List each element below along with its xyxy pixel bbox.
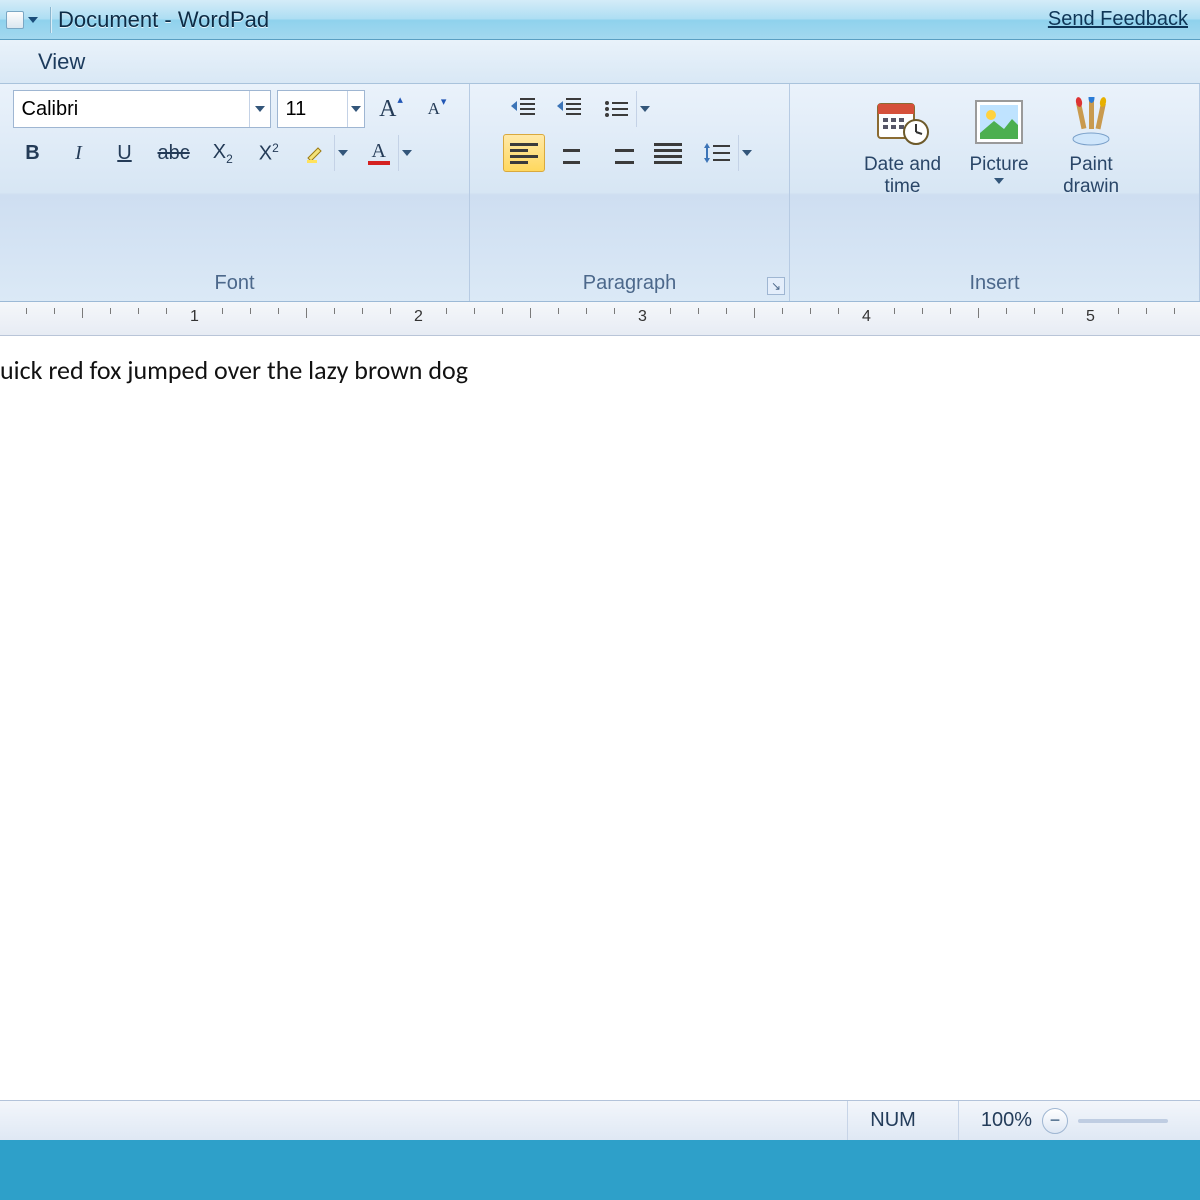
decrease-indent-button[interactable] — [503, 90, 543, 128]
line-spacing-icon — [696, 135, 738, 171]
bullets-button[interactable] — [595, 90, 655, 128]
grow-font-button[interactable]: A ▴ — [371, 90, 411, 128]
subscript-button[interactable]: X2 — [203, 134, 243, 172]
paint-drawing-label: Paint drawin — [1063, 154, 1119, 198]
italic-icon: I — [75, 142, 82, 165]
justify-button[interactable] — [647, 134, 689, 172]
chevron-down-icon — [255, 106, 265, 112]
zoom-level: 100% — [981, 1109, 1032, 1132]
superscript-icon: X2 — [259, 141, 279, 166]
ruler[interactable]: 12345 — [0, 302, 1200, 336]
align-left-button[interactable] — [503, 134, 545, 172]
font-size-combo[interactable] — [277, 90, 365, 128]
underline-icon: U — [117, 142, 131, 165]
font-family-combo[interactable] — [13, 90, 271, 128]
title-bar: Document - WordPad Send Feedback — [0, 0, 1200, 40]
picture-icon — [971, 94, 1027, 150]
document-text[interactable]: uick red fox jumped over the lazy brown … — [0, 354, 1200, 386]
highlight-button[interactable] — [295, 134, 353, 172]
calendar-clock-icon — [875, 94, 931, 150]
justify-icon — [654, 143, 682, 164]
font-size-input[interactable] — [278, 98, 347, 121]
indent-icon — [557, 96, 581, 122]
group-font: A ▴ A ▾ B I U abc X2 X2 — [0, 84, 470, 301]
paint-brushes-icon — [1063, 94, 1119, 150]
group-label: Insert — [800, 268, 1189, 301]
align-center-button[interactable] — [551, 134, 593, 172]
window-title: Document - WordPad — [58, 7, 269, 33]
numlock-indicator: NUM — [847, 1101, 938, 1140]
shrink-font-button[interactable]: A ▾ — [417, 90, 457, 128]
font-color-dropdown[interactable] — [398, 135, 416, 171]
line-spacing-dropdown[interactable] — [738, 135, 756, 171]
window-border — [0, 1140, 1200, 1200]
underline-button[interactable]: U — [105, 134, 145, 172]
align-center-icon — [558, 143, 586, 164]
separator — [50, 7, 52, 33]
group-paragraph: Paragraph ↘ — [470, 84, 790, 301]
bullets-icon — [596, 91, 636, 127]
font-color-icon: A — [360, 135, 398, 171]
paragraph-dialog-launcher[interactable]: ↘ — [767, 277, 785, 295]
picture-button[interactable]: Picture — [955, 90, 1043, 184]
paint-drawing-button[interactable]: Paint drawin — [1047, 90, 1135, 198]
grow-font-icon: A — [379, 96, 396, 123]
font-family-input[interactable] — [14, 98, 250, 121]
send-feedback-link[interactable]: Send Feedback — [1048, 8, 1194, 31]
highlight-dropdown[interactable] — [334, 135, 352, 171]
chevron-down-icon — [640, 106, 650, 112]
highlight-icon — [296, 135, 334, 171]
strike-icon: abc — [158, 142, 190, 165]
chevron-down-icon — [742, 150, 752, 156]
chevron-down-icon — [351, 106, 361, 112]
chevron-down-icon — [28, 17, 38, 23]
status-bar: NUM 100% − — [0, 1100, 1200, 1140]
align-left-icon — [510, 143, 538, 164]
group-label: Font — [10, 268, 459, 301]
align-right-icon — [606, 143, 634, 164]
group-label: Paragraph — [480, 268, 779, 301]
document-area[interactable]: uick red fox jumped over the lazy brown … — [0, 336, 1200, 1126]
bold-button[interactable]: B — [13, 134, 53, 172]
font-family-dropdown[interactable] — [249, 91, 269, 127]
group-insert: Date and time Picture — [790, 84, 1200, 301]
tab-strip: View — [0, 40, 1200, 84]
chevron-down-icon — [338, 150, 348, 156]
chevron-down-icon — [402, 150, 412, 156]
bold-icon: B — [25, 142, 39, 165]
font-color-button[interactable]: A — [359, 134, 417, 172]
align-right-button[interactable] — [599, 134, 641, 172]
date-time-label: Date and time — [864, 154, 941, 198]
superscript-button[interactable]: X2 — [249, 134, 289, 172]
quick-access-menu[interactable] — [28, 17, 38, 23]
subscript-icon: X2 — [213, 141, 233, 166]
font-size-dropdown[interactable] — [347, 91, 364, 127]
zoom-out-button[interactable]: − — [1042, 1108, 1068, 1134]
increase-indent-button[interactable] — [549, 90, 589, 128]
tab-view[interactable]: View — [20, 45, 103, 79]
shrink-font-icon: A — [428, 99, 440, 119]
date-time-button[interactable]: Date and time — [854, 90, 951, 198]
strikethrough-button[interactable]: abc — [151, 134, 197, 172]
chevron-down-icon — [994, 178, 1004, 184]
ribbon: A ▴ A ▾ B I U abc X2 X2 — [0, 84, 1200, 302]
picture-label: Picture — [969, 154, 1028, 176]
outdent-icon — [511, 96, 535, 122]
italic-button[interactable]: I — [59, 134, 99, 172]
bullets-dropdown[interactable] — [636, 91, 654, 127]
quick-access-button[interactable] — [6, 11, 24, 29]
zoom-slider[interactable] — [1078, 1119, 1168, 1123]
line-spacing-button[interactable] — [695, 134, 757, 172]
